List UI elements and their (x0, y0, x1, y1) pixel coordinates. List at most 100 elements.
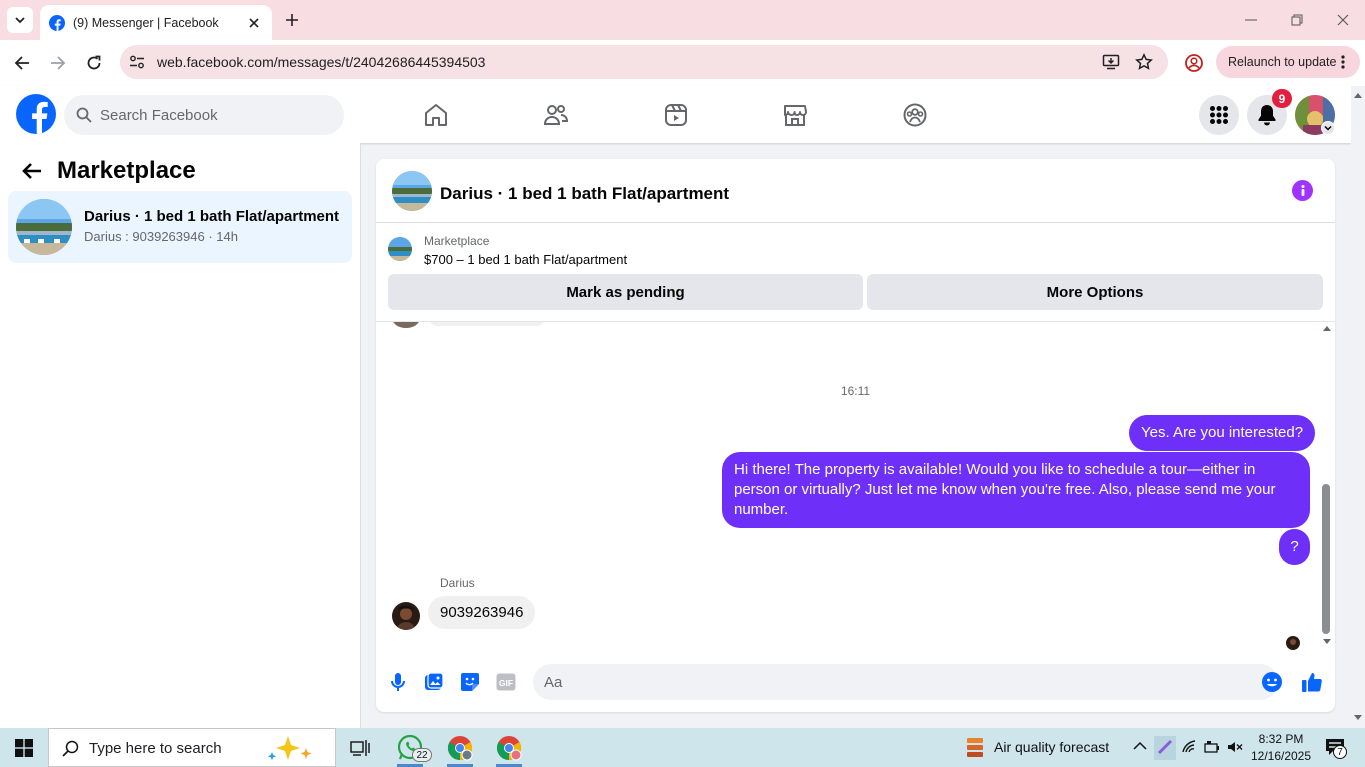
sender-name: Darius (440, 576, 475, 590)
facebook-search-input[interactable] (100, 95, 336, 135)
listing-label: Marketplace (424, 234, 490, 248)
facebook-logo-icon[interactable] (16, 94, 56, 134)
listing-thumbnail[interactable] (388, 237, 412, 261)
browser-tab-bar: (9) Messenger | Facebook (0, 0, 1365, 40)
chat-avatar[interactable] (392, 171, 432, 211)
marketplace-icon[interactable] (780, 100, 810, 130)
conversation-item[interactable]: Darius · 1 bed 1 bath Flat/apartment Dar… (8, 191, 352, 263)
browser-toolbar: web.facebook.com/messages/t/240426864453… (0, 40, 1365, 86)
chrome-profile-icon[interactable] (444, 732, 476, 764)
weather-text[interactable]: Air quality forecast (994, 739, 1109, 755)
reload-icon[interactable] (83, 52, 105, 74)
conversation-title: Darius · 1 bed 1 bath Flat/apartment (84, 208, 340, 225)
like-thumbs-up-icon[interactable] (1301, 671, 1323, 693)
more-vertical-icon (1341, 55, 1345, 69)
tab-title: (9) Messenger | Facebook (73, 15, 219, 30)
close-window-icon[interactable] (1333, 10, 1353, 30)
info-icon[interactable] (1292, 180, 1313, 201)
whatsapp-badge: 22 (412, 748, 432, 762)
scroll-up-icon[interactable] (1323, 325, 1331, 331)
sidebar-title: Marketplace (57, 157, 196, 184)
video-icon[interactable] (661, 100, 691, 130)
search-icon (76, 107, 92, 123)
forward-arrow-icon[interactable] (47, 52, 69, 74)
browser-tab[interactable]: (9) Messenger | Facebook (40, 5, 272, 40)
windows-logo-icon (15, 738, 33, 757)
chat-panel: Darius · 1 bed 1 bath Flat/apartment Mar… (376, 159, 1335, 712)
outgoing-message[interactable]: Hi there! The property is available! Wou… (722, 452, 1310, 528)
sender-avatar[interactable] (392, 602, 420, 630)
relaunch-label: Relaunch to update (1228, 55, 1337, 69)
tab-search-button[interactable] (7, 7, 33, 33)
message-input[interactable] (533, 664, 1278, 700)
sticker-icon[interactable] (459, 671, 481, 693)
facebook-search-box[interactable] (64, 95, 344, 135)
message-list: 16:11 Yes. Are you interested? Hi there!… (376, 321, 1335, 651)
emoji-icon[interactable] (1261, 671, 1283, 693)
wifi-icon[interactable] (1182, 740, 1198, 754)
chat-title[interactable]: Darius · 1 bed 1 bath Flat/apartment (440, 184, 729, 204)
battery-icon[interactable] (1204, 740, 1220, 754)
system-clock[interactable]: 8:32 PM 12/16/2025 (1250, 731, 1312, 765)
listing-banner: Marketplace $700 – 1 bed 1 bath Flat/apa… (376, 223, 1335, 321)
scroll-down-icon[interactable] (1354, 715, 1362, 721)
gif-icon[interactable]: GIF (495, 671, 517, 693)
notification-badge: 9 (1272, 89, 1292, 108)
chrome-icon[interactable] (493, 732, 525, 764)
incoming-message[interactable]: 9039263946 (428, 596, 536, 629)
message-composer: GIF (376, 659, 1335, 705)
home-icon[interactable] (421, 100, 451, 130)
bookmark-star-icon[interactable] (1135, 53, 1153, 71)
weather-icon[interactable] (964, 737, 986, 759)
restore-icon[interactable] (1287, 10, 1307, 30)
marketplace-sidebar: Marketplace Darius · 1 bed 1 bath Flat/a… (0, 143, 361, 728)
volume-muted-icon[interactable] (1227, 740, 1243, 754)
listing-price[interactable]: $700 – 1 bed 1 bath Flat/apartment (424, 252, 627, 267)
new-tab-icon[interactable] (282, 10, 302, 30)
site-settings-icon[interactable] (129, 54, 145, 70)
clock-date: 12/16/2025 (1250, 749, 1312, 763)
message-timestamp: 16:11 (840, 384, 871, 398)
action-center-icon[interactable]: 7 (1325, 738, 1347, 759)
grid-icon (1210, 106, 1228, 124)
back-arrow-icon[interactable] (11, 52, 33, 74)
close-tab-icon[interactable] (246, 15, 262, 31)
pen-icon[interactable] (1154, 736, 1176, 760)
bell-icon (1258, 105, 1276, 126)
account-menu-chevron-icon[interactable] (1321, 121, 1335, 135)
svg-text:GIF: GIF (499, 678, 513, 688)
relaunch-button[interactable]: Relaunch to update (1216, 46, 1360, 78)
groups-icon[interactable] (900, 100, 930, 130)
friends-icon[interactable] (541, 100, 571, 130)
menu-grid-button[interactable] (1199, 95, 1239, 135)
profile-icon[interactable] (1184, 53, 1204, 73)
conversation-thumbnail (16, 199, 72, 255)
scrollbar-thumb[interactable] (1322, 484, 1330, 634)
back-arrow-icon[interactable] (20, 159, 44, 183)
action-center-badge: 7 (1333, 745, 1347, 759)
photo-icon[interactable] (423, 671, 445, 693)
minimize-icon[interactable] (1241, 10, 1261, 30)
clock-time: 8:32 PM (1258, 732, 1304, 746)
whatsapp-icon[interactable]: 22 (394, 732, 432, 764)
outgoing-message[interactable]: ? (1279, 529, 1310, 565)
scroll-up-icon[interactable] (1354, 92, 1362, 98)
facebook-favicon-icon (49, 14, 65, 31)
page-scrollbar[interactable] (1351, 86, 1365, 728)
chat-header: Darius · 1 bed 1 bath Flat/apartment (376, 159, 1335, 223)
mark-as-pending-button[interactable]: Mark as pending (388, 274, 863, 310)
windows-taskbar: Type here to search 22 Air quality forec… (0, 728, 1365, 767)
taskbar-search[interactable]: Type here to search (48, 728, 336, 767)
chevron-up-icon[interactable] (1133, 741, 1147, 751)
outgoing-message[interactable]: Yes. Are you interested? (1129, 415, 1316, 451)
read-receipt-avatar (1286, 636, 1300, 650)
address-bar[interactable]: web.facebook.com/messages/t/240426864453… (120, 45, 1168, 79)
task-view-icon[interactable] (344, 732, 376, 764)
chevron-down-icon (15, 17, 25, 24)
install-app-icon[interactable] (1102, 53, 1120, 71)
scroll-down-icon[interactable] (1323, 639, 1331, 645)
more-options-button[interactable]: More Options (867, 274, 1323, 310)
microphone-icon[interactable] (387, 671, 409, 693)
taskbar-search-text: Type here to search (89, 740, 222, 757)
start-button[interactable] (0, 728, 48, 767)
